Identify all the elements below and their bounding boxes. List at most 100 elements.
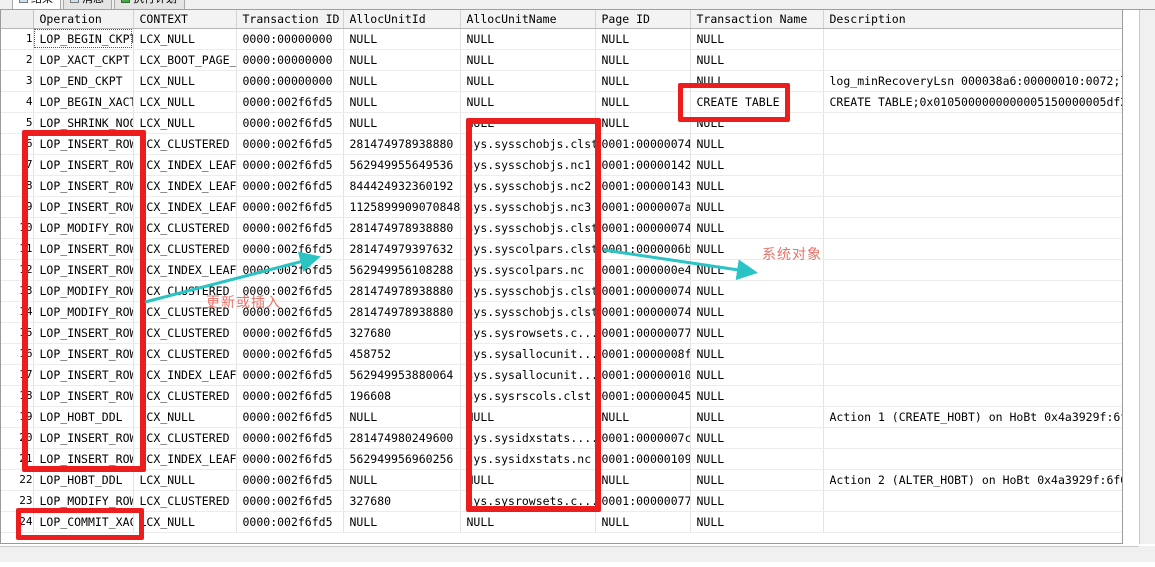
cell-transaction-id[interactable]: 0000:002f6fd5 (236, 469, 344, 491)
cell-page-id[interactable]: NULL (595, 91, 691, 113)
cell-operation[interactable]: LOP_HOBT_DDL (33, 406, 134, 428)
cell-alloc-unit-name[interactable]: NULL (460, 91, 596, 113)
table-row[interactable]: 5 LOP_SHRINK_NOOP LCX_NULL 0000:002f6fd5 NUL… (1, 112, 1122, 134)
cell-operation[interactable]: LOP_MODIFY_ROW (33, 217, 134, 239)
cell-operation[interactable]: LOP_MODIFY_ROW (33, 280, 134, 302)
cell-alloc-unit-name[interactable]: sys.sysrowsets.c... (460, 490, 596, 512)
cell-page-id[interactable]: 0001:0000008f (595, 343, 691, 365)
cell-description[interactable] (823, 427, 1122, 449)
cell-context[interactable]: LCX_NULL (133, 406, 237, 428)
row-number[interactable]: 23 (1, 490, 34, 512)
cell-transaction-name[interactable]: NULL (690, 196, 824, 218)
cell-operation[interactable]: LOP_HOBT_DDL (33, 469, 134, 491)
cell-context[interactable]: LCX_INDEX_LEAF (133, 196, 237, 218)
cell-context[interactable]: LCX_CLUSTERED (133, 238, 237, 260)
cell-description[interactable] (823, 511, 1122, 533)
cell-alloc-unit-name[interactable]: sys.sysrscols.clst (460, 385, 596, 407)
cell-operation[interactable]: LOP_INSERT_ROWS (33, 427, 134, 449)
tab-messages[interactable]: 消息 (63, 0, 112, 9)
cell-transaction-name[interactable]: NULL (690, 469, 824, 491)
cell-transaction-name[interactable]: CREATE TABLE (690, 91, 824, 113)
cell-transaction-id[interactable]: 0000:002f6fd5 (236, 427, 344, 449)
cell-context[interactable]: LCX_NULL (133, 469, 237, 491)
cell-alloc-unit-id[interactable]: NULL (343, 511, 461, 533)
column-header-alloc-unit-name[interactable]: AllocUnitName (460, 10, 596, 29)
cell-description[interactable] (823, 28, 1122, 50)
cell-alloc-unit-name[interactable]: sys.sysschobjs.clst (460, 217, 596, 239)
cell-transaction-name[interactable]: NULL (690, 343, 824, 365)
cell-alloc-unit-name[interactable]: NULL (460, 511, 596, 533)
cell-description[interactable] (823, 448, 1122, 470)
cell-context[interactable]: LCX_NULL (133, 112, 237, 134)
table-row[interactable]: 15 LOP_INSERT_ROWS LCX_CLUSTERED 0000:002f6… (1, 322, 1122, 344)
row-number[interactable]: 4 (1, 91, 34, 113)
tab-results[interactable]: 结果 (12, 0, 61, 9)
cell-transaction-name[interactable]: NULL (690, 280, 824, 302)
cell-alloc-unit-name[interactable]: NULL (460, 469, 596, 491)
cell-description[interactable] (823, 112, 1122, 134)
cell-page-id[interactable]: 0001:00000074 (595, 280, 691, 302)
column-header-page-id[interactable]: Page ID (595, 10, 691, 29)
row-number[interactable]: 16 (1, 343, 34, 365)
cell-context[interactable]: LCX_INDEX_LEAF (133, 448, 237, 470)
cell-context[interactable]: LCX_CLUSTERED (133, 322, 237, 344)
cell-transaction-name[interactable]: NULL (690, 448, 824, 470)
cell-transaction-name[interactable]: NULL (690, 217, 824, 239)
cell-description[interactable] (823, 280, 1122, 302)
cell-description[interactable] (823, 133, 1122, 155)
cell-operation[interactable]: LOP_INSERT_ROWS (33, 448, 134, 470)
row-number[interactable]: 3 (1, 70, 34, 92)
column-header-transaction-id[interactable]: Transaction ID (236, 10, 344, 29)
table-row[interactable]: 18 LOP_INSERT_ROWS LCX_CLUSTERED 0000:002f6… (1, 385, 1122, 407)
cell-page-id[interactable]: NULL (595, 49, 691, 71)
row-number[interactable]: 18 (1, 385, 34, 407)
row-number[interactable]: 20 (1, 427, 34, 449)
cell-transaction-name[interactable]: NULL (690, 511, 824, 533)
table-row[interactable]: 14 LOP_MODIFY_ROW LCX_CLUSTERED 0000:002f6f… (1, 301, 1122, 323)
table-row[interactable]: 7 LOP_INSERT_ROWS LCX_INDEX_LEAF 0000:002f6… (1, 154, 1122, 176)
cell-alloc-unit-id[interactable]: NULL (343, 112, 461, 134)
cell-alloc-unit-id[interactable]: 281474978938880 (343, 280, 461, 302)
cell-page-id[interactable]: 0001:000000e4 (595, 259, 691, 281)
table-row[interactable]: 8 LOP_INSERT_ROWS LCX_INDEX_LEAF 0000:002f6… (1, 175, 1122, 197)
cell-alloc-unit-id[interactable]: NULL (343, 49, 461, 71)
table-row[interactable]: 22 LOP_HOBT_DDL LCX_NULL 0000:002f6fd5 NULL N… (1, 469, 1122, 491)
cell-context[interactable]: LCX_BOOT_PAGE_CKPT (133, 49, 237, 71)
cell-description[interactable]: CREATE TABLE;0x0105000000000005150000005… (823, 91, 1122, 113)
cell-operation[interactable]: LOP_MODIFY_ROW (33, 490, 134, 512)
cell-page-id[interactable]: NULL (595, 28, 691, 50)
cell-alloc-unit-id[interactable]: 281474978938880 (343, 301, 461, 323)
row-number[interactable]: 11 (1, 238, 34, 260)
row-number[interactable]: 21 (1, 448, 34, 470)
row-number[interactable]: 10 (1, 217, 34, 239)
cell-transaction-id[interactable]: 0000:002f6fd5 (236, 490, 344, 512)
row-number[interactable]: 12 (1, 259, 34, 281)
cell-alloc-unit-name[interactable]: sys.sysschobjs.clst (460, 301, 596, 323)
cell-transaction-id[interactable]: 0000:00000000 (236, 70, 344, 92)
cell-transaction-name[interactable]: NULL (690, 112, 824, 134)
cell-context[interactable]: LCX_INDEX_LEAF (133, 364, 237, 386)
cell-alloc-unit-id[interactable]: 562949956108288 (343, 259, 461, 281)
cell-operation[interactable]: LOP_BEGIN_XACT (33, 91, 134, 113)
cell-description[interactable] (823, 49, 1122, 71)
cell-transaction-id[interactable]: 0000:002f6fd5 (236, 154, 344, 176)
cell-transaction-id[interactable]: 0000:002f6fd5 (236, 385, 344, 407)
cell-alloc-unit-id[interactable]: 458752 (343, 343, 461, 365)
cell-alloc-unit-name[interactable]: NULL (460, 70, 596, 92)
cell-alloc-unit-id[interactable]: 1125899909070848 (343, 196, 461, 218)
cell-page-id[interactable]: NULL (595, 70, 691, 92)
cell-description[interactable] (823, 343, 1122, 365)
cell-page-id[interactable]: NULL (595, 469, 691, 491)
row-number[interactable]: 15 (1, 322, 34, 344)
cell-alloc-unit-name[interactable]: sys.sysschobjs.nc3 (460, 196, 596, 218)
table-row[interactable]: 13 LOP_MODIFY_ROW LCX_CLUSTERED 0000:002f6f… (1, 280, 1122, 302)
table-row[interactable]: 2LOP_XACT_CKPTLCX_BOOT_PAGE_CKPT0000:000… (1, 49, 1122, 71)
cell-transaction-id[interactable]: 0000:002f6fd5 (236, 301, 344, 323)
row-number[interactable]: 8 (1, 175, 34, 197)
cell-alloc-unit-id[interactable]: 281474978938880 (343, 217, 461, 239)
cell-transaction-id[interactable]: 0000:002f6fd5 (236, 91, 344, 113)
cell-alloc-unit-id[interactable]: 196608 (343, 385, 461, 407)
cell-alloc-unit-name[interactable]: sys.sysallocunit... (460, 343, 596, 365)
cell-operation[interactable]: LOP_BEGIN_CKPT (33, 28, 134, 50)
cell-page-id[interactable]: 0001:0000006b (595, 238, 691, 260)
